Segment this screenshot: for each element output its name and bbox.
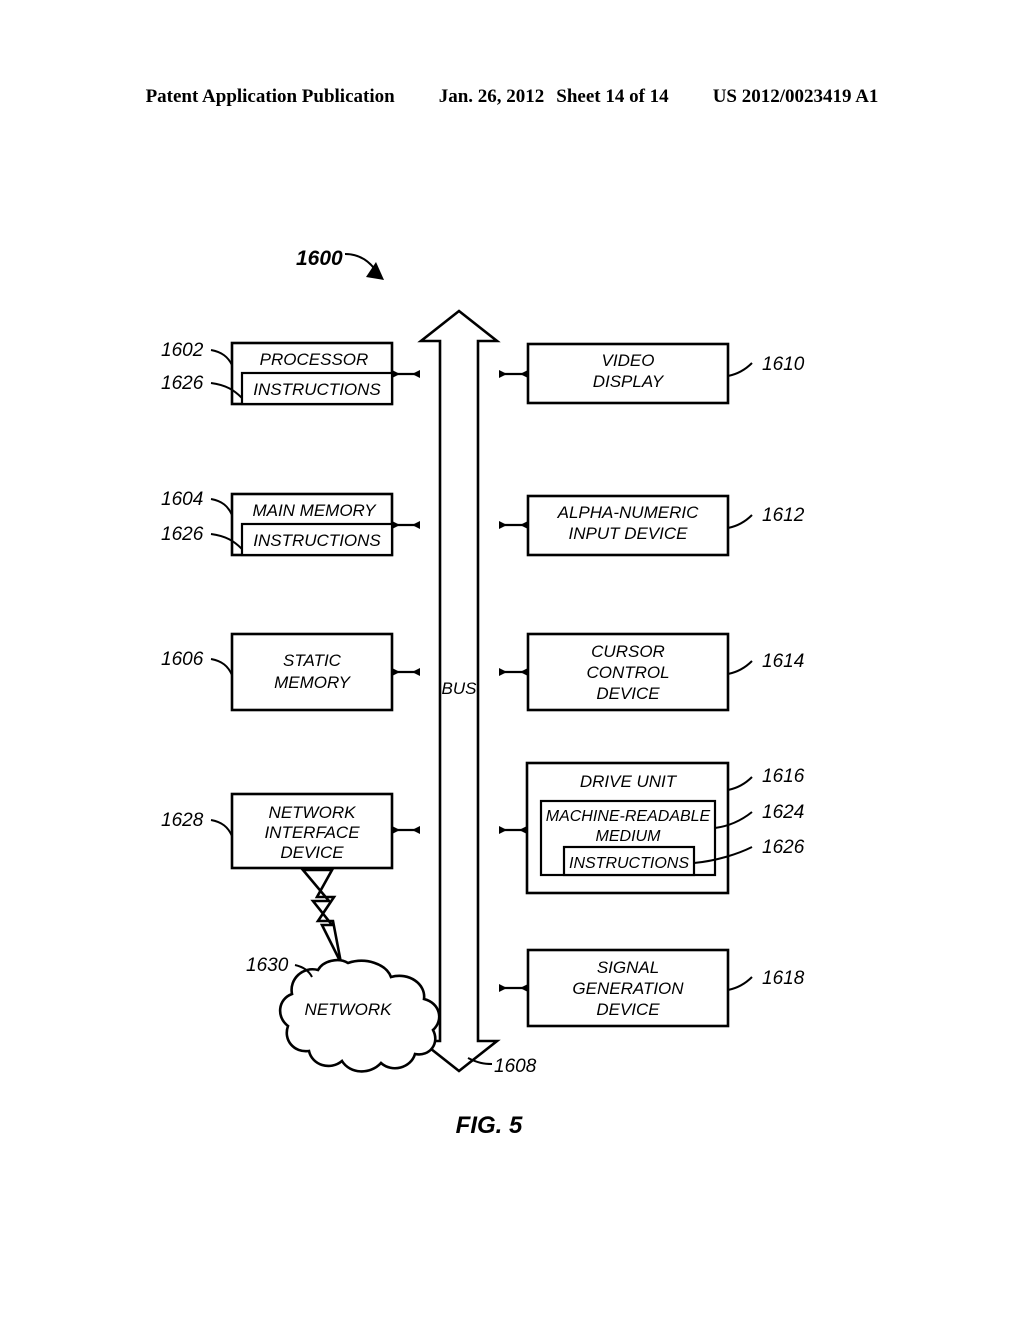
drive-unit-label: DRIVE UNIT: [580, 772, 678, 791]
network-interface-label-line1: NETWORK: [269, 803, 357, 822]
processor-label: PROCESSOR: [260, 350, 369, 369]
ref-1602-label: 1602: [161, 340, 204, 361]
network-interface-label-line3: DEVICE: [280, 843, 344, 862]
network-cloud-label: NETWORK: [305, 1000, 393, 1019]
video-display-label-line1: VIDEO: [602, 351, 655, 370]
video-display-bus-arrowhead-right: [520, 370, 528, 378]
ref-1618-leader: [727, 976, 753, 991]
alpha-numeric-input-bus-arrowhead-left: [499, 521, 507, 529]
ref-1614-leader: [727, 660, 753, 675]
main-memory-bus-arrowhead-left: [392, 521, 400, 529]
ref-1606-label: 1606: [161, 649, 204, 670]
static-memory-bus-arrowhead-right: [412, 668, 420, 676]
machine-readable-medium-label-line1: MACHINE-READABLE: [546, 808, 711, 825]
signal-generation-label-line2: GENERATION: [572, 979, 684, 998]
signal-generation-label-line3: DEVICE: [596, 1000, 660, 1019]
signal-generation-label-line1: SIGNAL: [597, 958, 659, 977]
static-memory-label-line2: MEMORY: [274, 673, 352, 692]
ref-1614-label: 1614: [762, 651, 804, 672]
ref-1624-label: 1624: [762, 802, 804, 823]
signal-generation-bus-arrowhead-left: [499, 984, 507, 992]
processor-bus-arrowhead-left: [392, 370, 400, 378]
main-memory-bus-arrowhead-right: [412, 521, 420, 529]
cursor-control-label-line1: CURSOR: [591, 642, 665, 661]
ref-1626-drive-unit-label: 1626: [762, 837, 805, 858]
bus-ref-1608-label: 1608: [494, 1056, 537, 1077]
network-interface-bus-arrowhead-left: [392, 826, 400, 834]
alpha-numeric-input-label-line2: INPUT DEVICE: [568, 524, 688, 543]
processor-instructions-label: INSTRUCTIONS: [253, 380, 381, 399]
ref-1610-leader: [727, 362, 753, 377]
ref-1602-leader: [210, 349, 233, 366]
main-memory-label: MAIN MEMORY: [252, 501, 377, 520]
system-ref-1600-label: 1600: [296, 247, 343, 270]
ref-1626-main-memory-label: 1626: [161, 524, 204, 545]
main-memory-instructions-label: INSTRUCTIONS: [253, 531, 381, 550]
ref-1616-leader: [727, 776, 753, 791]
figure-caption: FIG. 5: [456, 1112, 523, 1139]
ref-1610-label: 1610: [762, 354, 805, 375]
alpha-numeric-input-label-line1: ALPHA-NUMERIC: [557, 503, 699, 522]
processor-bus-arrowhead-right: [412, 370, 420, 378]
drive-unit-bus-arrowhead-left: [499, 826, 507, 834]
machine-readable-medium-label-line2: MEDIUM: [596, 828, 662, 845]
static-memory-label-line1: STATIC: [283, 651, 342, 670]
ref-1604-label: 1604: [161, 489, 203, 510]
cursor-control-bus-arrowhead-left: [499, 668, 507, 676]
lightning-bolt-icon: [300, 868, 343, 964]
ref-1618-label: 1618: [762, 968, 805, 989]
bus-label: BUS: [442, 679, 478, 698]
ref-1616-label: 1616: [762, 766, 805, 787]
video-display-label-line2: DISPLAY: [593, 372, 665, 391]
figure-canvas: 1600 BUS 1608 PROCESSOR INSTRUCTIONS 160…: [0, 0, 1024, 1320]
static-memory-bus-arrowhead-left: [392, 668, 400, 676]
static-memory-block[interactable]: [230, 632, 394, 712]
ref-1626-processor-label: 1626: [161, 373, 204, 394]
ref-1628-leader: [210, 819, 233, 837]
cursor-control-bus-arrowhead-right: [520, 668, 528, 676]
system-ref-arrowhead: [366, 262, 384, 280]
ref-1628-label: 1628: [161, 810, 204, 831]
network-interface-label-line2: INTERFACE: [264, 823, 360, 842]
cursor-control-label-line2: CONTROL: [586, 663, 669, 682]
drive-unit-bus-arrowhead-right: [519, 826, 527, 834]
ref-1612-label: 1612: [762, 505, 805, 526]
video-display-bus-arrowhead-left: [499, 370, 507, 378]
ref-1630-label: 1630: [246, 955, 289, 976]
ref-1604-leader: [210, 498, 233, 516]
ref-1606-leader: [210, 658, 233, 676]
drive-unit-instructions-label: INSTRUCTIONS: [569, 855, 689, 872]
alpha-numeric-input-bus-arrowhead-right: [520, 521, 528, 529]
signal-generation-bus-arrowhead-right: [520, 984, 528, 992]
network-interface-bus-arrowhead-right: [412, 826, 420, 834]
ref-1612-leader: [727, 514, 753, 529]
cursor-control-label-line3: DEVICE: [596, 684, 660, 703]
